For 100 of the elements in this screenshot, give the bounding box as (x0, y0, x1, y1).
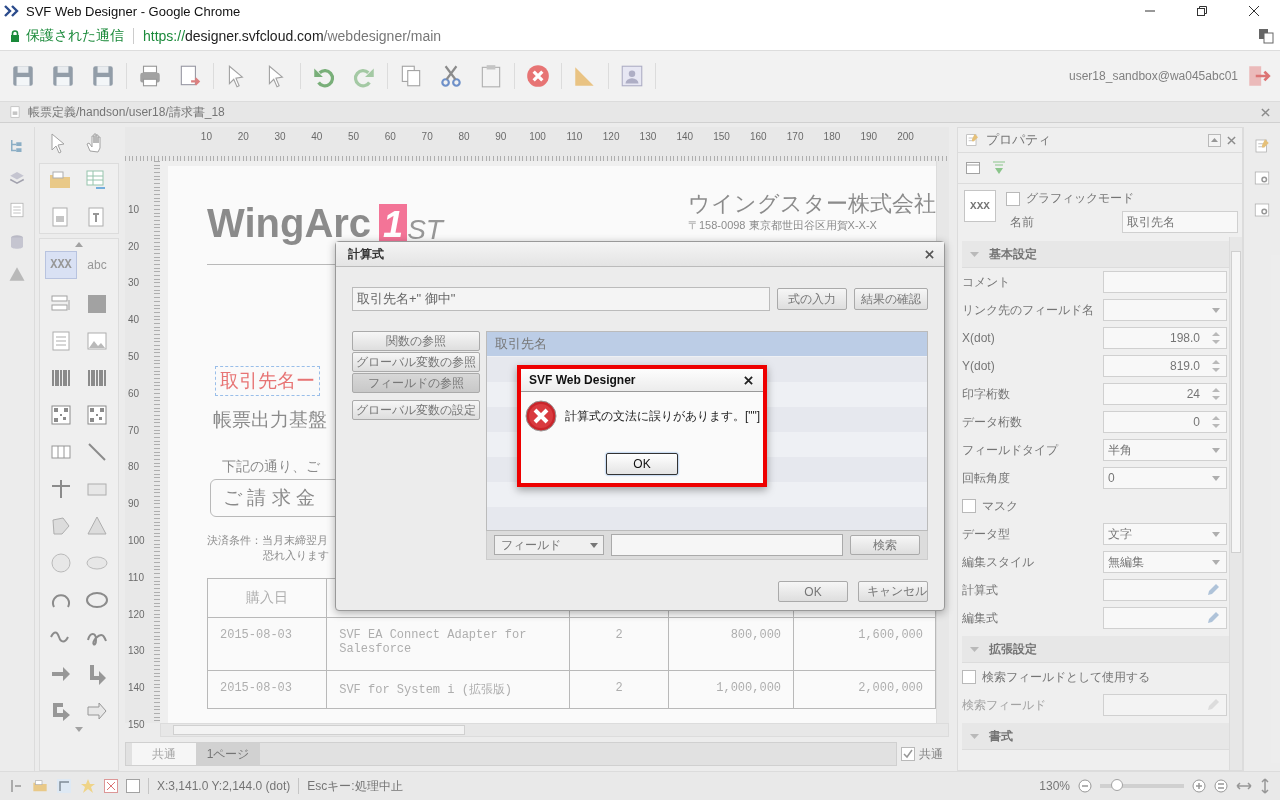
section-header[interactable]: 基本設定 (962, 241, 1229, 268)
triangle-icon[interactable] (85, 514, 109, 538)
page-tab[interactable]: 1ページ (196, 743, 260, 765)
property-label: 回転角度 (962, 469, 1011, 487)
square-icon[interactable] (85, 292, 109, 316)
restore-icon[interactable] (1196, 5, 1208, 17)
formula-field[interactable] (1103, 694, 1227, 716)
pin-icon[interactable] (1208, 133, 1221, 147)
settings-button[interactable]: グローバル変数の設定 (352, 400, 480, 420)
reference-button[interactable]: グローバル変数の参照 (352, 352, 480, 372)
dialog-button[interactable]: OK (778, 581, 848, 602)
star-icon[interactable] (80, 778, 96, 794)
ruler-label: 190 (859, 130, 879, 144)
error-icon[interactable] (525, 63, 551, 89)
action-button[interactable]: 式の入力 (777, 288, 847, 310)
section-header[interactable]: 書式 (962, 723, 1229, 750)
table-icon[interactable] (84, 168, 108, 192)
scrollbar[interactable] (160, 723, 949, 737)
reference-button[interactable]: 関数の参照 (352, 331, 480, 351)
page-tab[interactable]: 共通 (132, 743, 196, 765)
dropdown[interactable]: フィールド (494, 535, 604, 555)
dropdown[interactable]: 無編集 (1103, 551, 1227, 573)
save-as-icon[interactable] (50, 63, 76, 89)
form-icon[interactable] (49, 329, 73, 353)
number-field[interactable]: 24 (1103, 383, 1227, 405)
formula-field[interactable] (1103, 579, 1227, 601)
properties-icon[interactable] (1253, 137, 1271, 155)
contact-card-icon[interactable] (619, 63, 645, 89)
checkbox[interactable] (901, 747, 915, 761)
qr-code-icon[interactable] (85, 403, 109, 427)
layers-icon[interactable] (8, 169, 26, 187)
zoom-in-icon[interactable] (1192, 779, 1206, 793)
section-header[interactable]: 拡張設定 (962, 636, 1229, 663)
printer-icon[interactable] (137, 63, 163, 89)
slider-thumb[interactable] (1110, 779, 1123, 791)
cross-icon[interactable] (49, 477, 73, 501)
tool-button[interactable]: abc (81, 251, 113, 279)
ok-button[interactable]: OK (606, 453, 678, 475)
search-field[interactable] (611, 534, 843, 556)
save-icon[interactable] (10, 63, 36, 89)
formula-field[interactable]: 取引先名+" 御中" (352, 287, 770, 311)
scroll-down-icon[interactable] (75, 727, 83, 733)
name-field[interactable]: 取引先名 (1122, 211, 1238, 233)
preview-icon[interactable] (1253, 201, 1271, 219)
dialog-title: 計算式 (348, 245, 384, 263)
dropdown[interactable]: 文字 (1103, 523, 1227, 545)
fit-height-icon[interactable] (1260, 778, 1270, 794)
checkbox[interactable] (1006, 191, 1020, 206)
property-label: 計算式 (962, 581, 999, 599)
align-icon[interactable] (10, 779, 24, 793)
database-icon[interactable] (8, 233, 26, 251)
translate-icon[interactable] (1258, 28, 1274, 44)
scroll-up-icon[interactable] (75, 241, 83, 247)
close-icon[interactable] (925, 249, 934, 259)
corner-icon[interactable] (56, 778, 72, 794)
document-tab[interactable]: 帳票定義/handson/user18/請求書_18 (0, 102, 1280, 123)
tool-button[interactable]: XXX (45, 251, 77, 279)
checkbox-label: マスク (982, 497, 1018, 515)
search-button[interactable]: 検索 (850, 535, 920, 555)
pencil-icon[interactable] (1206, 611, 1220, 625)
checkbox[interactable] (962, 670, 976, 684)
dropdown[interactable] (1103, 299, 1227, 321)
text-field[interactable] (1103, 271, 1227, 293)
dropdown[interactable]: 半角 (1103, 439, 1227, 461)
circle-icon[interactable] (49, 551, 73, 575)
number-field[interactable]: 0 (1103, 411, 1227, 433)
scrollbar[interactable] (1229, 237, 1242, 770)
qr-code-icon[interactable] (49, 403, 73, 427)
checkbox[interactable] (962, 499, 976, 513)
formula-field[interactable] (1103, 607, 1227, 629)
dropdown[interactable]: 0 (1103, 467, 1227, 489)
close-icon[interactable] (1248, 5, 1260, 17)
cut-icon[interactable] (438, 63, 464, 89)
square-icon[interactable] (126, 779, 140, 793)
url-field[interactable]: https://designer.svfcloud.com/webdesigner/main (143, 28, 442, 44)
spinner-icon[interactable] (1212, 387, 1220, 401)
fit-icon[interactable] (1214, 779, 1228, 793)
filter-icon[interactable] (992, 161, 1006, 175)
list-item[interactable]: 取引先名 (487, 332, 927, 356)
number-field[interactable]: 198.0 (1103, 327, 1227, 349)
reference-button[interactable]: フィールドの参照 (352, 373, 480, 393)
ruler-label: 170 (785, 130, 805, 144)
save-copy-icon[interactable] (90, 63, 116, 89)
action-button[interactable]: 結果の確認 (854, 288, 928, 310)
preview-icon[interactable] (1253, 169, 1271, 187)
dialog-button[interactable]: キャンセル (858, 581, 928, 602)
form-icon[interactable] (8, 201, 26, 219)
warning-icon[interactable] (8, 265, 26, 283)
pencil-icon[interactable] (1206, 583, 1220, 597)
number-field[interactable]: 819.0 (1103, 355, 1227, 377)
image-icon[interactable] (85, 329, 109, 353)
spinner-icon[interactable] (1212, 415, 1220, 429)
selected-field[interactable]: 取引先名ー (215, 366, 320, 396)
close-icon[interactable] (744, 375, 753, 385)
exit-icon[interactable] (1246, 63, 1272, 89)
window-icon[interactable] (966, 161, 980, 175)
zoom-out-icon[interactable] (1078, 779, 1092, 793)
spinner-icon[interactable] (1212, 359, 1220, 373)
error-icon[interactable] (104, 779, 118, 793)
spinner-icon[interactable] (1212, 331, 1220, 345)
